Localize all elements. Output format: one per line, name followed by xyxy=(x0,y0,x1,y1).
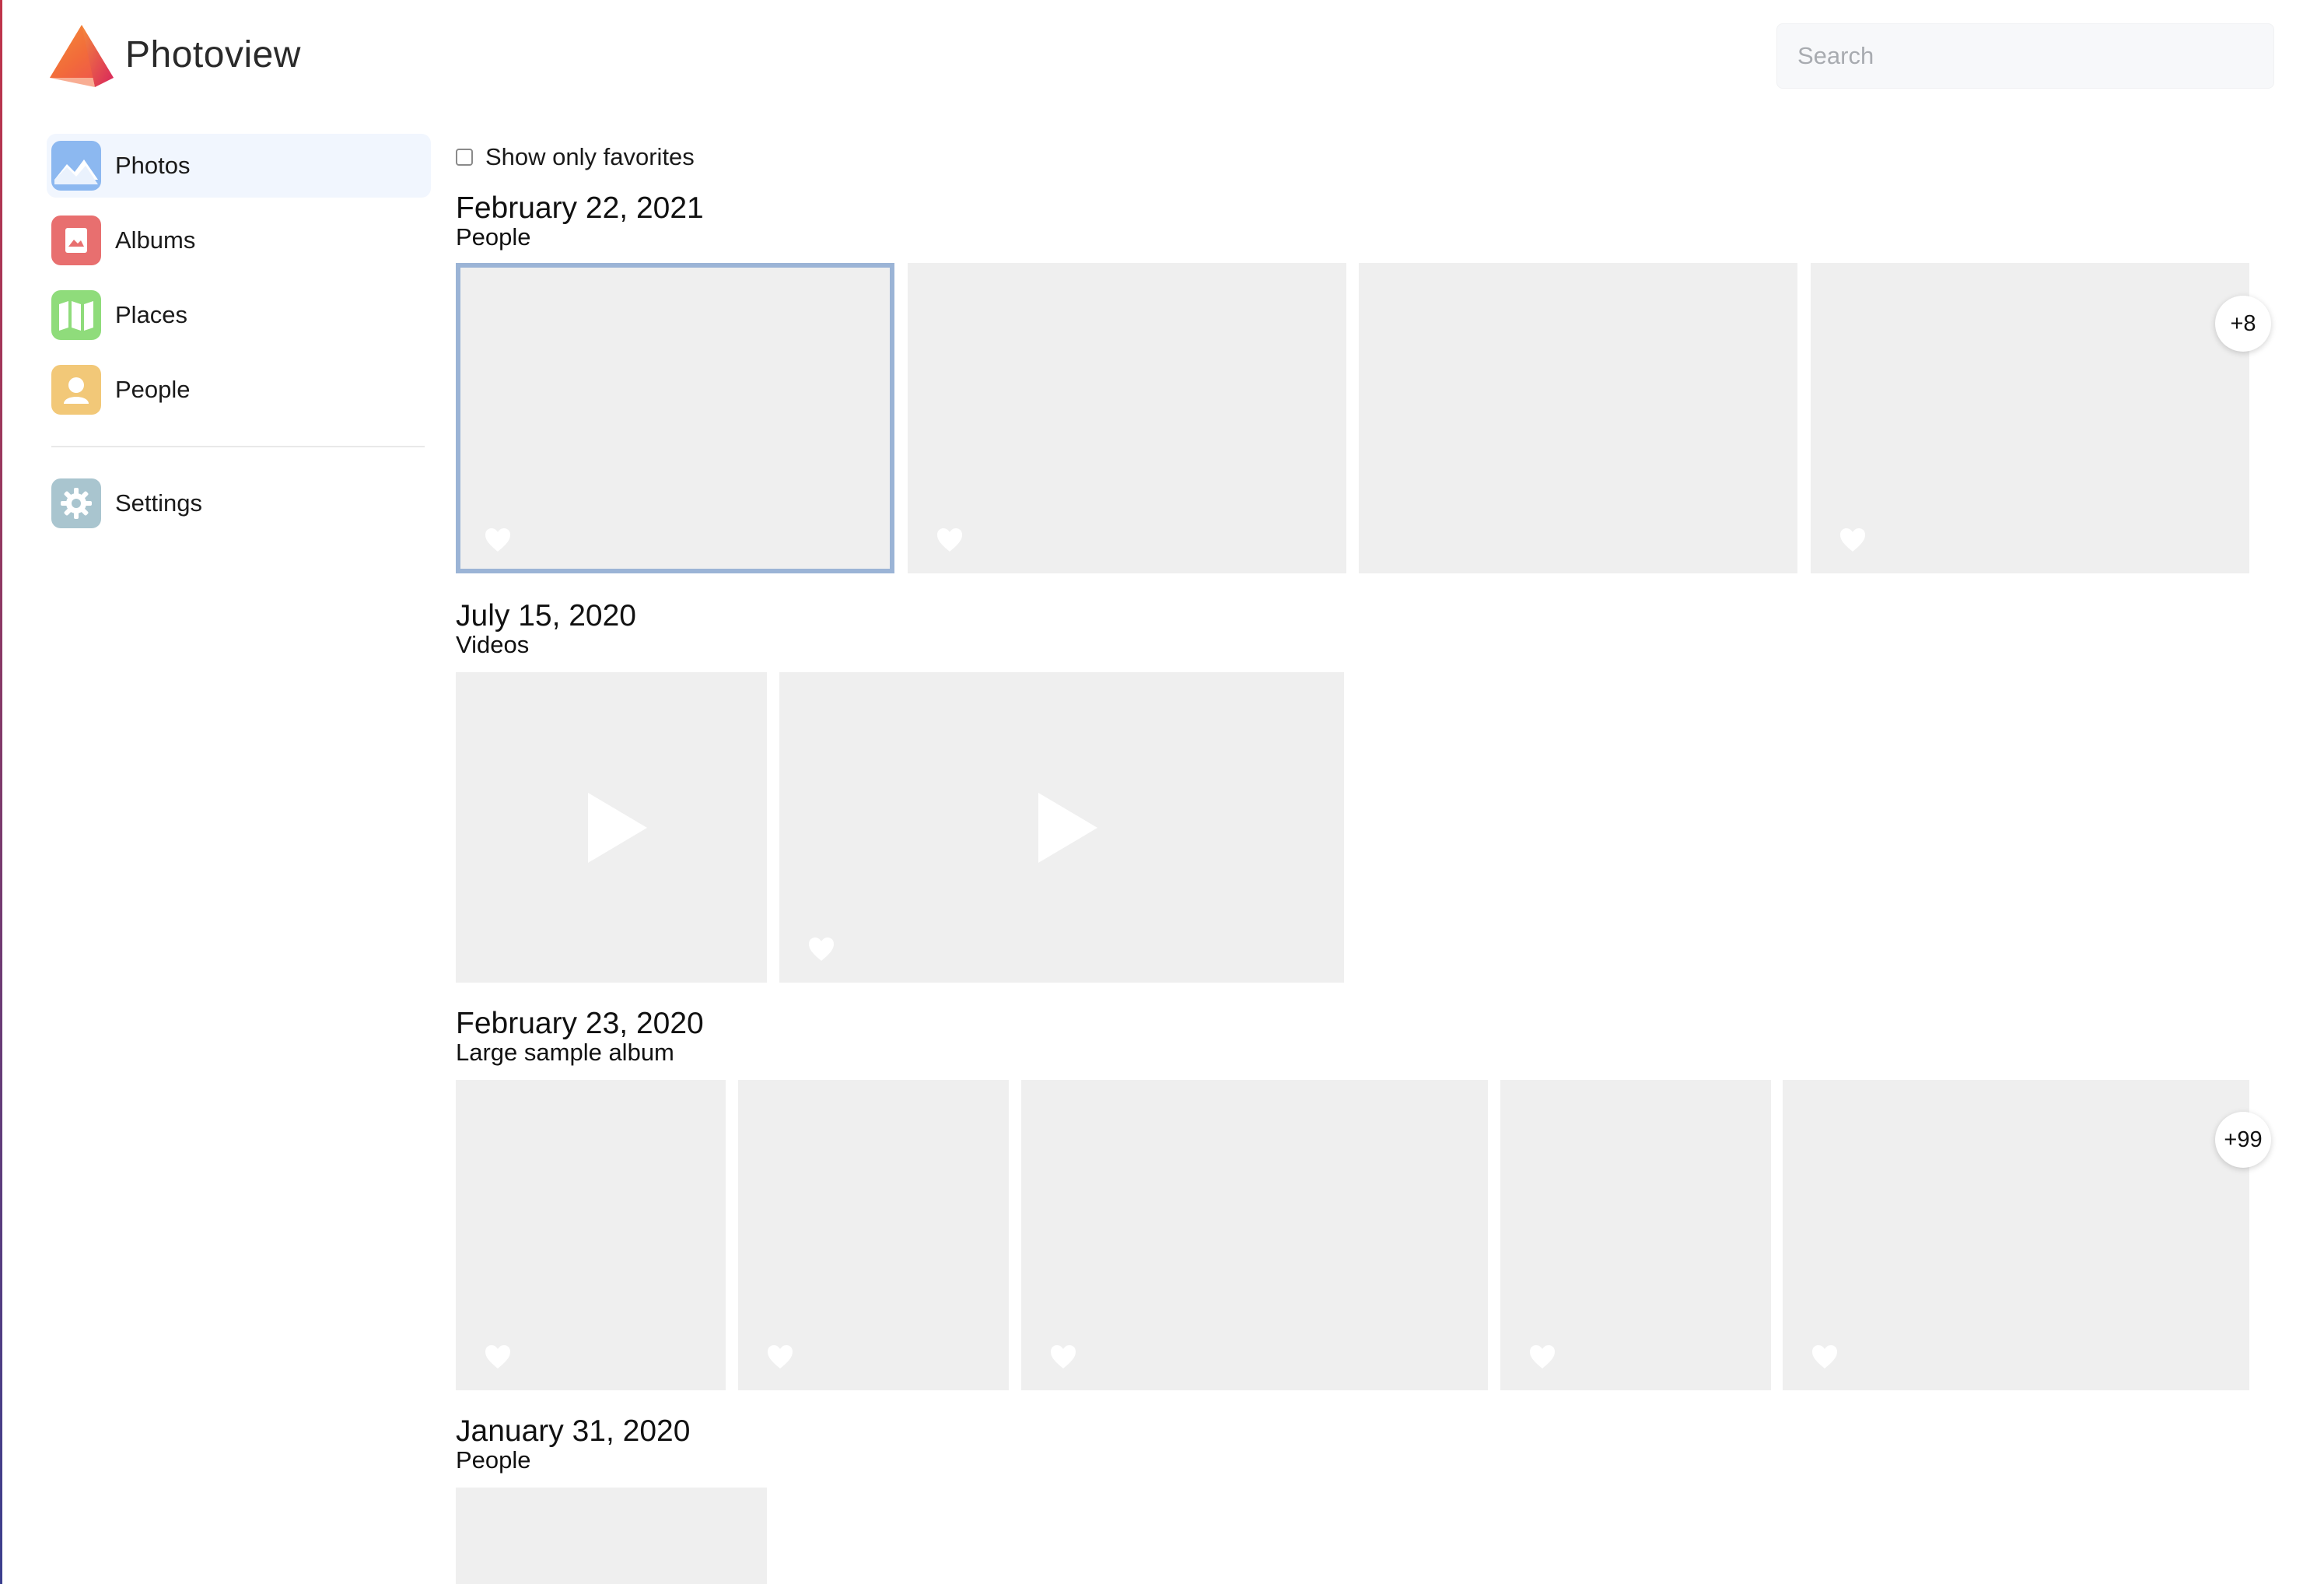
heart-icon[interactable] xyxy=(807,936,835,962)
sidebar-item-settings[interactable]: Settings xyxy=(47,471,431,535)
app-title: Photoview xyxy=(125,34,301,75)
albums-icon xyxy=(51,216,101,265)
sidebar-item-label: Albums xyxy=(115,226,196,254)
sidebar-settings: Settings xyxy=(47,471,431,546)
photo-thumbnail[interactable] xyxy=(456,1080,726,1390)
section-album-link[interactable]: People xyxy=(456,223,531,251)
photos-icon xyxy=(51,141,101,191)
photo-thumbnail[interactable] xyxy=(456,1488,767,1584)
heart-icon[interactable] xyxy=(1811,1344,1839,1370)
section-date: February 23, 2020 xyxy=(456,1007,704,1040)
heart-icon[interactable] xyxy=(1528,1344,1556,1370)
app-window: Photoview Photos Albums xyxy=(0,0,2324,1584)
places-icon xyxy=(51,290,101,340)
photo-thumbnail[interactable] xyxy=(1783,1080,2249,1390)
sidebar-item-label: Places xyxy=(115,301,188,328)
section-album-link[interactable]: Large sample album xyxy=(456,1039,674,1067)
sidebar-divider xyxy=(51,446,425,447)
photoview-logo-icon xyxy=(50,25,114,87)
sidebar-item-photos[interactable]: Photos xyxy=(47,134,431,198)
sidebar-item-label: People xyxy=(115,376,191,403)
video-thumbnail[interactable] xyxy=(779,672,1344,983)
gear-icon xyxy=(51,478,101,528)
sidebar-item-label: Settings xyxy=(115,489,203,517)
heart-icon[interactable] xyxy=(484,1344,512,1370)
section-album-link[interactable]: People xyxy=(456,1446,531,1474)
sidebar-nav: Photos Albums Places People xyxy=(47,134,431,433)
photo-thumbnail[interactable] xyxy=(738,1080,1009,1390)
show-only-favorites-toggle[interactable]: Show only favorites xyxy=(456,143,695,171)
heart-icon[interactable] xyxy=(1839,527,1867,553)
photo-thumbnail[interactable] xyxy=(1359,263,1797,573)
photo-thumbnail[interactable] xyxy=(908,263,1346,573)
sidebar-item-people[interactable]: People xyxy=(47,358,431,422)
more-photos-badge[interactable]: +99 xyxy=(2215,1112,2271,1168)
heart-icon[interactable] xyxy=(766,1344,794,1370)
photo-thumbnail[interactable] xyxy=(456,263,894,573)
people-icon xyxy=(51,365,101,415)
favorites-label: Show only favorites xyxy=(485,143,695,170)
sidebar-item-albums[interactable]: Albums xyxy=(47,209,431,272)
sidebar-item-places[interactable]: Places xyxy=(47,283,431,347)
section-date: July 15, 2020 xyxy=(456,599,637,633)
photo-thumbnail[interactable] xyxy=(1811,263,2249,573)
play-icon[interactable] xyxy=(1038,792,1097,863)
favorites-checkbox[interactable] xyxy=(456,149,473,166)
sidebar-item-label: Photos xyxy=(115,152,191,179)
more-photos-badge[interactable]: +8 xyxy=(2215,296,2271,352)
heart-icon[interactable] xyxy=(484,527,512,553)
photo-thumbnail[interactable] xyxy=(1021,1080,1488,1390)
section-album-link[interactable]: Videos xyxy=(456,631,529,659)
play-icon[interactable] xyxy=(588,792,647,863)
section-date: January 31, 2020 xyxy=(456,1414,691,1448)
photo-thumbnail[interactable] xyxy=(1500,1080,1771,1390)
heart-icon[interactable] xyxy=(936,527,964,553)
video-thumbnail[interactable] xyxy=(456,672,767,983)
heart-icon[interactable] xyxy=(1049,1344,1077,1370)
section-date: February 22, 2021 xyxy=(456,191,704,225)
search-input[interactable] xyxy=(1776,23,2274,89)
